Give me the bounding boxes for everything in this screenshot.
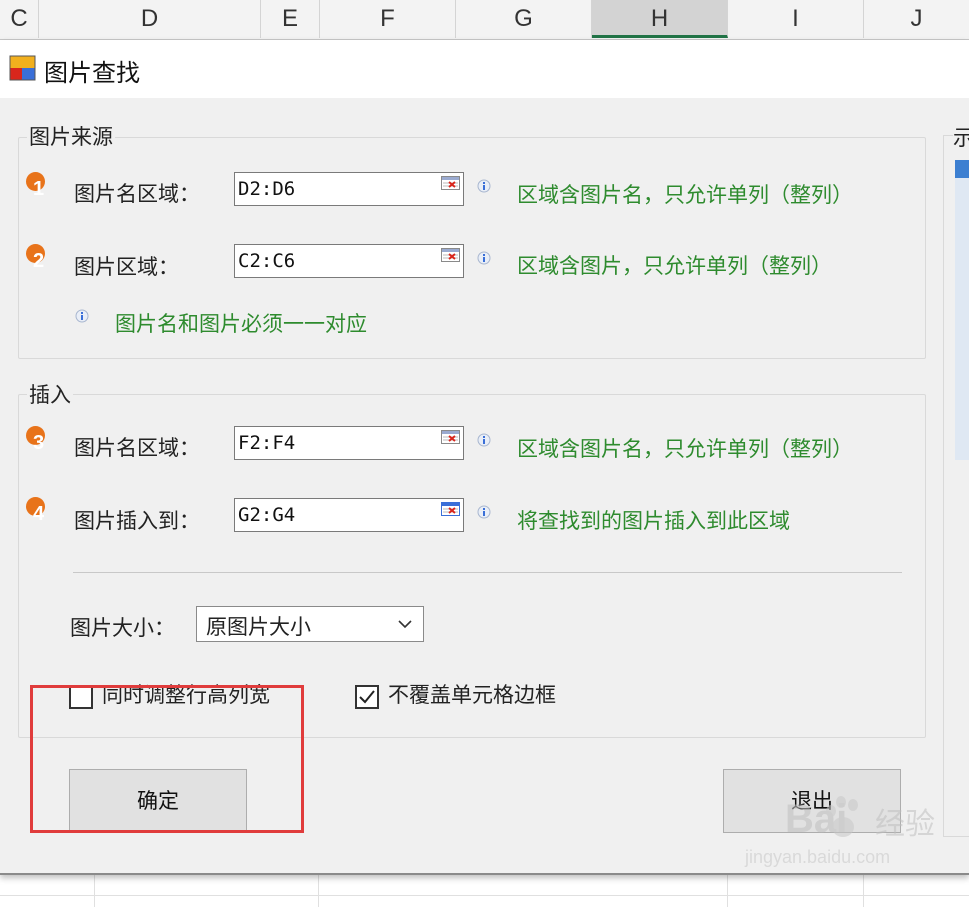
source-image-range-input[interactable] xyxy=(235,245,438,277)
column-header-c[interactable]: C xyxy=(0,0,39,38)
pairing-note: 图片名和图片必须一一对应 xyxy=(115,312,367,336)
app-icon xyxy=(9,55,36,81)
source-name-range-label: 图片名区域： xyxy=(74,182,200,206)
range-picker-icon[interactable] xyxy=(441,176,460,190)
insert-name-range-hint: 区域含图片名，只允许单列（整列） xyxy=(517,437,853,461)
grid-line xyxy=(0,895,969,896)
baidu-watermark: Bai 经验 jingyan.baidu.com xyxy=(745,785,965,895)
group-divider xyxy=(73,572,902,573)
info-icon xyxy=(477,505,491,519)
info-icon xyxy=(477,251,491,265)
insert-target-label: 图片插入到： xyxy=(74,509,200,533)
keep-border-checkbox[interactable] xyxy=(355,685,379,709)
step-badge-4: 4 xyxy=(26,497,48,531)
info-icon xyxy=(477,433,491,447)
insert-name-range-input[interactable] xyxy=(235,427,438,459)
dialog-titlebar: 图片查找 xyxy=(0,40,969,98)
chevron-down-icon[interactable] xyxy=(397,616,413,632)
range-picker-icon[interactable] xyxy=(441,502,460,516)
insert-group-legend: 插入 xyxy=(27,379,73,409)
highlight-annotation xyxy=(30,685,304,833)
column-header-j[interactable]: J xyxy=(864,0,969,38)
step-badge-3: 3 xyxy=(26,426,48,460)
dialog-title: 图片查找 xyxy=(44,59,140,87)
source-group-legend: 图片来源 xyxy=(27,121,115,151)
preview-group-legend: 示 xyxy=(953,122,969,152)
preview-list[interactable] xyxy=(955,160,969,460)
keep-border-label[interactable]: 不覆盖单元格边框 xyxy=(388,679,556,709)
image-size-select[interactable]: 原图片大小 xyxy=(196,606,424,642)
grid-line xyxy=(727,875,728,907)
column-header-e[interactable]: E xyxy=(261,0,320,38)
info-icon xyxy=(75,309,89,323)
grid-line xyxy=(318,875,319,907)
source-name-range-input[interactable] xyxy=(235,173,438,205)
preview-list-selected-row[interactable] xyxy=(955,160,969,178)
source-name-range-hint: 区域含图片名，只允许单列（整列） xyxy=(517,183,853,207)
source-image-range-hint: 区域含图片，只允许单列（整列） xyxy=(517,254,832,278)
source-image-range-field[interactable] xyxy=(234,244,464,278)
insert-target-field[interactable] xyxy=(234,498,464,532)
insert-name-range-field[interactable] xyxy=(234,426,464,460)
column-header-d[interactable]: D xyxy=(39,0,261,38)
watermark-brand-cn: 经验 xyxy=(875,807,935,842)
checkmark-icon xyxy=(359,690,375,704)
grid-line xyxy=(94,875,95,907)
column-header-h[interactable]: H xyxy=(592,0,728,38)
insert-target-hint: 将查找到的图片插入到此区域 xyxy=(517,509,790,533)
source-image-range-label: 图片区域： xyxy=(74,255,179,279)
source-name-range-field[interactable] xyxy=(234,172,464,206)
image-size-label: 图片大小： xyxy=(70,616,175,640)
column-header-f[interactable]: F xyxy=(320,0,456,38)
info-icon xyxy=(477,179,491,193)
watermark-url: jingyan.baidu.com xyxy=(745,847,891,867)
insert-name-range-label: 图片名区域： xyxy=(74,436,200,460)
range-picker-icon[interactable] xyxy=(441,248,460,262)
watermark-brand: Bai xyxy=(785,797,848,841)
step-badge-1: 1 xyxy=(26,172,48,206)
column-header-g[interactable]: G xyxy=(456,0,592,38)
column-header-bar: C D E F G H I J xyxy=(0,0,969,40)
step-badge-2: 2 xyxy=(26,244,48,278)
image-size-value: 原图片大小 xyxy=(206,615,311,639)
insert-target-input[interactable] xyxy=(235,499,438,531)
column-header-i[interactable]: I xyxy=(728,0,864,38)
range-picker-icon[interactable] xyxy=(441,430,460,444)
